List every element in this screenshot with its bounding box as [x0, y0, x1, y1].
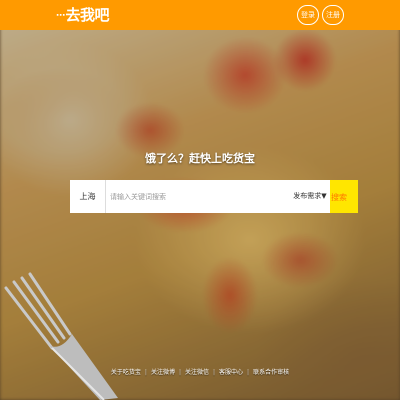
footer-link-support[interactable]: 客服中心	[215, 369, 247, 376]
footer-link-weibo[interactable]: 关注微博	[147, 369, 179, 376]
fork-image	[4, 272, 118, 400]
login-button[interactable]: 登录	[297, 5, 319, 25]
top-bar: ⋯去我吧 登录 注册	[0, 0, 400, 30]
city-selector[interactable]: 上海	[70, 180, 106, 213]
search-input[interactable]	[106, 180, 320, 213]
footer-link-partner[interactable]: 联系合作审核	[249, 369, 293, 376]
footer-link-wechat[interactable]: 关注微信	[181, 369, 213, 376]
publish-dropdown[interactable]: 发布需求▼	[290, 180, 330, 213]
footer-link-about[interactable]: 关于吃货宝	[107, 369, 145, 376]
footer-links: 关于吃货宝 | 关注微博 | 关注微信 | 客服中心 | 联系合作审核	[0, 367, 400, 376]
register-button[interactable]: 注册	[322, 5, 344, 25]
site-logo[interactable]: ⋯去我吧	[56, 3, 110, 27]
hero-headline: 饿了么？赶快上吃货宝	[145, 152, 255, 165]
logo-mark-icon: ⋯	[56, 10, 65, 21]
logo-text: 去我吧	[65, 6, 110, 24]
